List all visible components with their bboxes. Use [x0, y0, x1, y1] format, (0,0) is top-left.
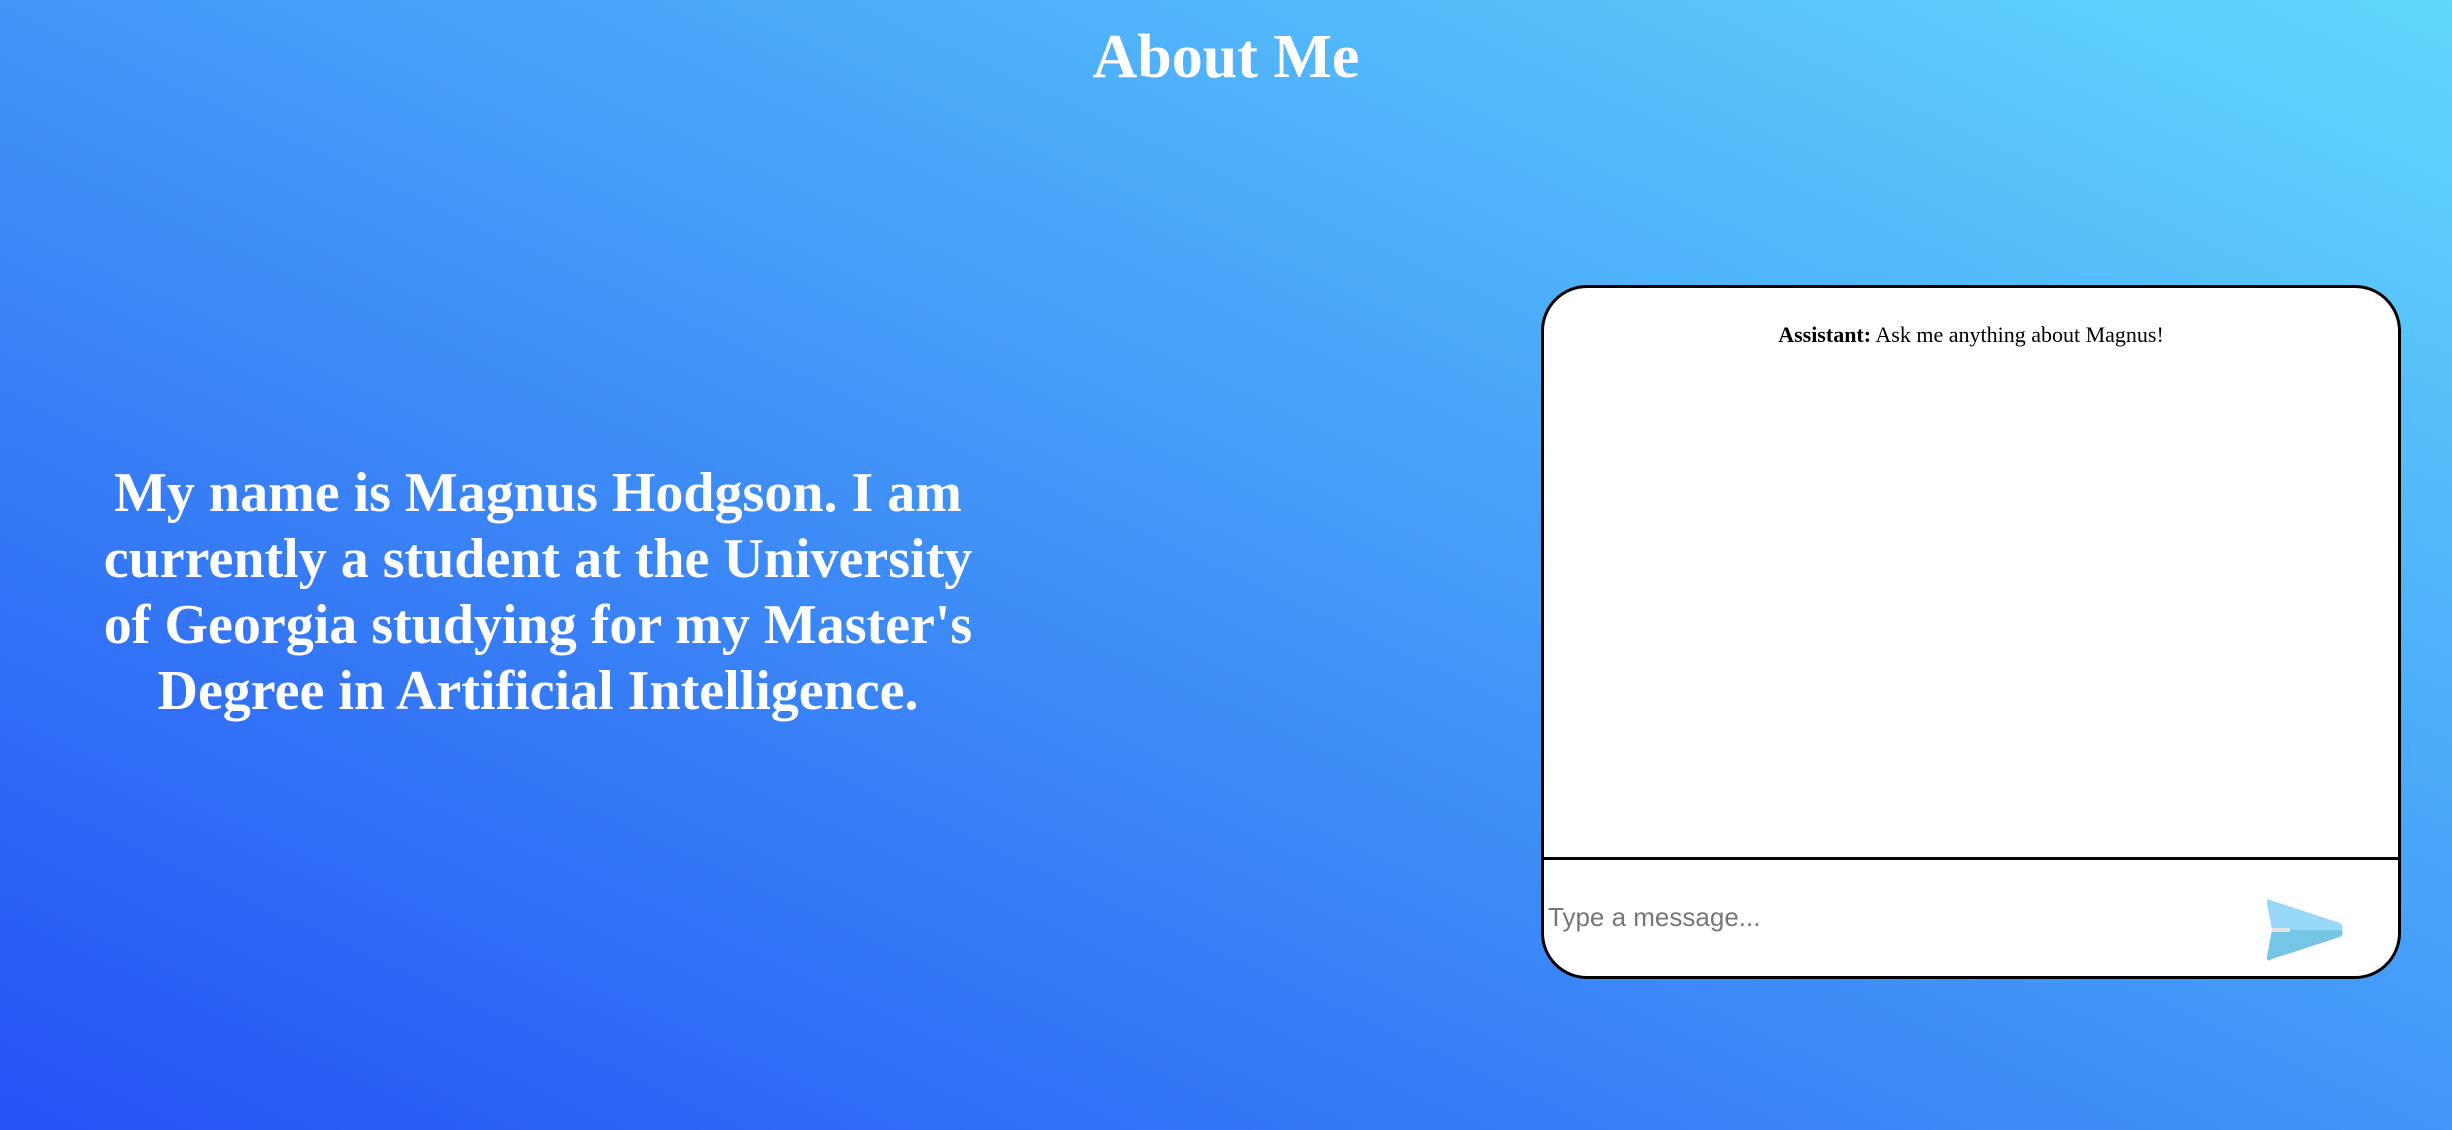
message-input[interactable] — [1546, 890, 2230, 944]
chat-message: Assistant: Ask me anything about Magnus! — [1544, 322, 2398, 348]
send-button[interactable] — [2264, 896, 2344, 964]
intro-text: My name is Magnus Hodgson. I am currentl… — [103, 462, 973, 722]
chat-widget: Assistant: Ask me anything about Magnus! — [1541, 285, 2401, 979]
message-text: Ask me anything about Magnus! — [1875, 322, 2164, 347]
paper-plane-send-icon — [2266, 899, 2343, 961]
chat-messages: Assistant: Ask me anything about Magnus! — [1544, 288, 2398, 860]
chat-input-row — [1544, 860, 2398, 976]
message-sender: Assistant: — [1778, 322, 1872, 347]
page-title: About Me — [1092, 23, 1360, 91]
